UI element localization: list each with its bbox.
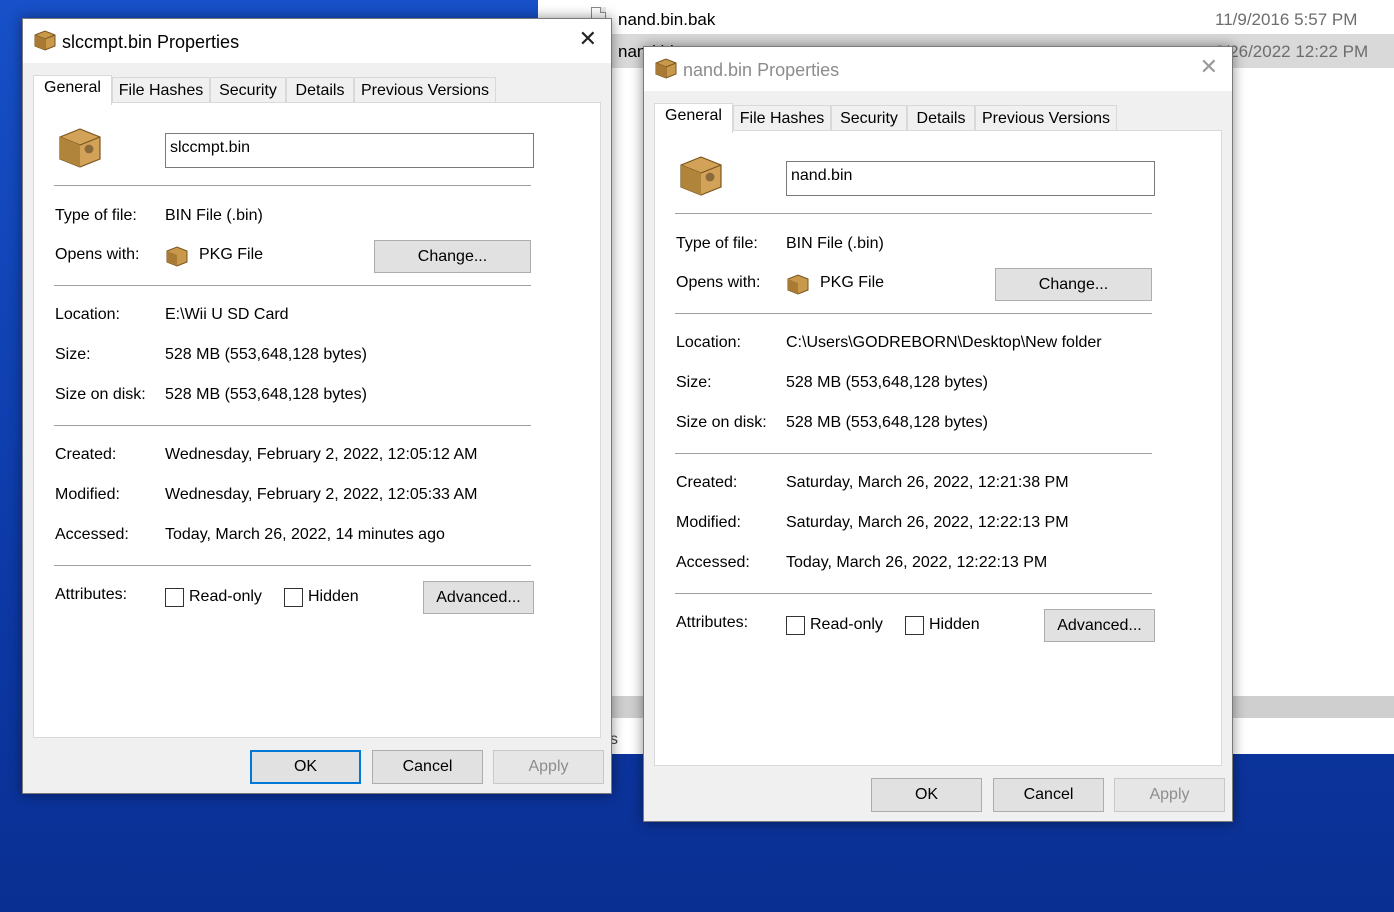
ok-button[interactable]: OK [871,778,982,812]
close-icon[interactable]: ✕ [579,28,597,50]
title-bar[interactable]: nand.bin Properties ✕ [644,47,1232,91]
tab-security[interactable]: Security [210,77,286,103]
hidden-checkbox[interactable] [284,588,303,607]
file-date: 11/9/2016 5:57 PM [1215,10,1358,29]
window-title: nand.bin Properties [683,60,840,80]
package-icon [165,245,189,272]
readonly-checkbox[interactable] [786,616,805,635]
package-icon [677,153,725,202]
created-value: Saturday, March 26, 2022, 12:21:38 PM [786,474,1069,491]
readonly-label: Read-only [189,588,262,605]
properties-dialog-slccmpt: slccmpt.bin Properties ✕ General File Ha… [22,18,612,794]
attributes-label: Attributes: [676,614,749,631]
close-icon[interactable]: ✕ [1200,56,1218,78]
package-icon [654,57,678,84]
file-list-item[interactable]: nand.bin.bak 11/9/2016 5:57 PM [538,2,1394,36]
size-on-disk-label: Size on disk: [676,414,767,431]
type-label: Type of file: [55,207,137,224]
readonly-checkbox[interactable] [165,588,184,607]
file-name: nand.bin.bak [618,10,716,29]
type-value: BIN File (.bin) [165,207,263,224]
advanced-button[interactable]: Advanced... [423,581,534,614]
tab-previous-versions[interactable]: Previous Versions [354,77,496,103]
divider [675,313,1152,314]
package-icon [786,273,810,300]
general-panel: nand.bin Type of file: BIN File (.bin) O… [654,130,1222,766]
divider [54,565,531,566]
title-bar[interactable]: slccmpt.bin Properties ✕ [23,19,611,63]
divider [675,213,1152,214]
properties-dialog-nand: nand.bin Properties ✕ General File Hashe… [643,46,1233,822]
divider [54,425,531,426]
modified-label: Modified: [676,514,741,531]
change-button[interactable]: Change... [374,240,531,273]
location-value: E:\Wii U SD Card [165,306,289,323]
opens-with-value: PKG File [199,246,264,263]
tab-file-hashes[interactable]: File Hashes [112,77,210,103]
hidden-label: Hidden [929,616,980,633]
filename-field[interactable]: slccmpt.bin [165,133,534,168]
hidden-label: Hidden [308,588,359,605]
location-label: Location: [676,334,741,351]
modified-value: Wednesday, February 2, 2022, 12:05:33 AM [165,486,478,503]
location-label: Location: [55,306,120,323]
size-on-disk-value: 528 MB (553,648,128 bytes) [786,414,988,431]
type-value: BIN File (.bin) [786,235,884,252]
filename-field[interactable]: nand.bin [786,161,1155,196]
cancel-button[interactable]: Cancel [372,750,483,784]
divider [675,453,1152,454]
opens-with-value: PKG File [820,274,885,291]
tab-general[interactable]: General [654,103,733,133]
type-label: Type of file: [676,235,758,252]
size-value: 528 MB (553,648,128 bytes) [786,374,988,391]
opens-with-label: Opens with: [676,274,761,291]
size-on-disk-value: 528 MB (553,648,128 bytes) [165,386,367,403]
tab-security[interactable]: Security [831,105,907,131]
modified-value: Saturday, March 26, 2022, 12:22:13 PM [786,514,1069,531]
accessed-label: Accessed: [55,526,129,543]
accessed-value: Today, March 26, 2022, 14 minutes ago [165,526,445,543]
modified-label: Modified: [55,486,120,503]
ok-button[interactable]: OK [250,750,361,784]
created-value: Wednesday, February 2, 2022, 12:05:12 AM [165,446,478,463]
file-date: 3/26/2022 12:22 PM [1215,42,1369,61]
created-label: Created: [55,446,117,463]
created-label: Created: [676,474,738,491]
change-button[interactable]: Change... [995,268,1152,301]
divider [675,593,1152,594]
size-label: Size: [676,374,712,391]
general-panel: slccmpt.bin Type of file: BIN File (.bin… [33,102,601,738]
tab-general[interactable]: General [33,75,112,105]
tab-details[interactable]: Details [907,105,975,131]
hidden-checkbox[interactable] [905,616,924,635]
tab-previous-versions[interactable]: Previous Versions [975,105,1117,131]
size-on-disk-label: Size on disk: [55,386,146,403]
tab-file-hashes[interactable]: File Hashes [733,105,831,131]
advanced-button[interactable]: Advanced... [1044,609,1155,642]
apply-button[interactable]: Apply [493,750,604,784]
size-label: Size: [55,346,91,363]
divider [54,285,531,286]
divider [54,185,531,186]
window-title: slccmpt.bin Properties [62,32,240,52]
cancel-button[interactable]: Cancel [993,778,1104,812]
package-icon [56,125,104,174]
attributes-label: Attributes: [55,586,128,603]
accessed-value: Today, March 26, 2022, 12:22:13 PM [786,554,1048,571]
opens-with-label: Opens with: [55,246,140,263]
apply-button[interactable]: Apply [1114,778,1225,812]
readonly-label: Read-only [810,616,883,633]
size-value: 528 MB (553,648,128 bytes) [165,346,367,363]
location-value: C:\Users\GODREBORN\Desktop\New folder [786,334,1102,351]
package-icon [33,29,57,56]
tab-details[interactable]: Details [286,77,354,103]
accessed-label: Accessed: [676,554,750,571]
